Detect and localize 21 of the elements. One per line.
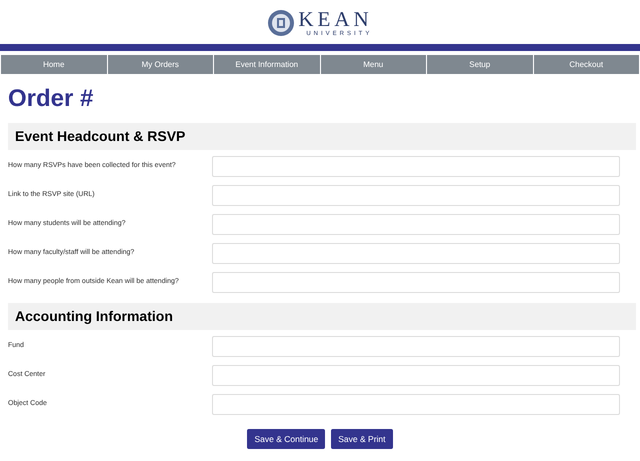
input-field[interactable] xyxy=(212,272,620,293)
input-field[interactable] xyxy=(212,365,620,386)
input-field[interactable] xyxy=(212,394,620,415)
input-field[interactable] xyxy=(212,243,620,264)
nav-tab[interactable]: Event Information xyxy=(214,55,320,74)
save-button[interactable]: Save & Print xyxy=(331,429,393,449)
input-field[interactable] xyxy=(212,156,620,177)
input-field[interactable] xyxy=(212,214,620,235)
save-button[interactable]: Save & Continue xyxy=(247,429,326,449)
section-heading: Accounting Information xyxy=(14,307,173,326)
input-field[interactable] xyxy=(212,185,620,206)
nav-tab[interactable]: Home xyxy=(1,55,106,74)
nav-tab[interactable]: Setup xyxy=(427,55,532,74)
nav-tab[interactable]: My Orders xyxy=(108,55,213,74)
input-field[interactable] xyxy=(212,336,620,357)
seal-icon xyxy=(267,8,296,36)
nav-tab[interactable]: Menu xyxy=(320,55,426,74)
logo-wordmark: KEAN xyxy=(298,8,373,30)
section-heading: Event Headcount & RSVP xyxy=(14,127,186,146)
page-title: Order # xyxy=(7,87,94,111)
nav-tab[interactable]: Checkout xyxy=(534,55,639,74)
